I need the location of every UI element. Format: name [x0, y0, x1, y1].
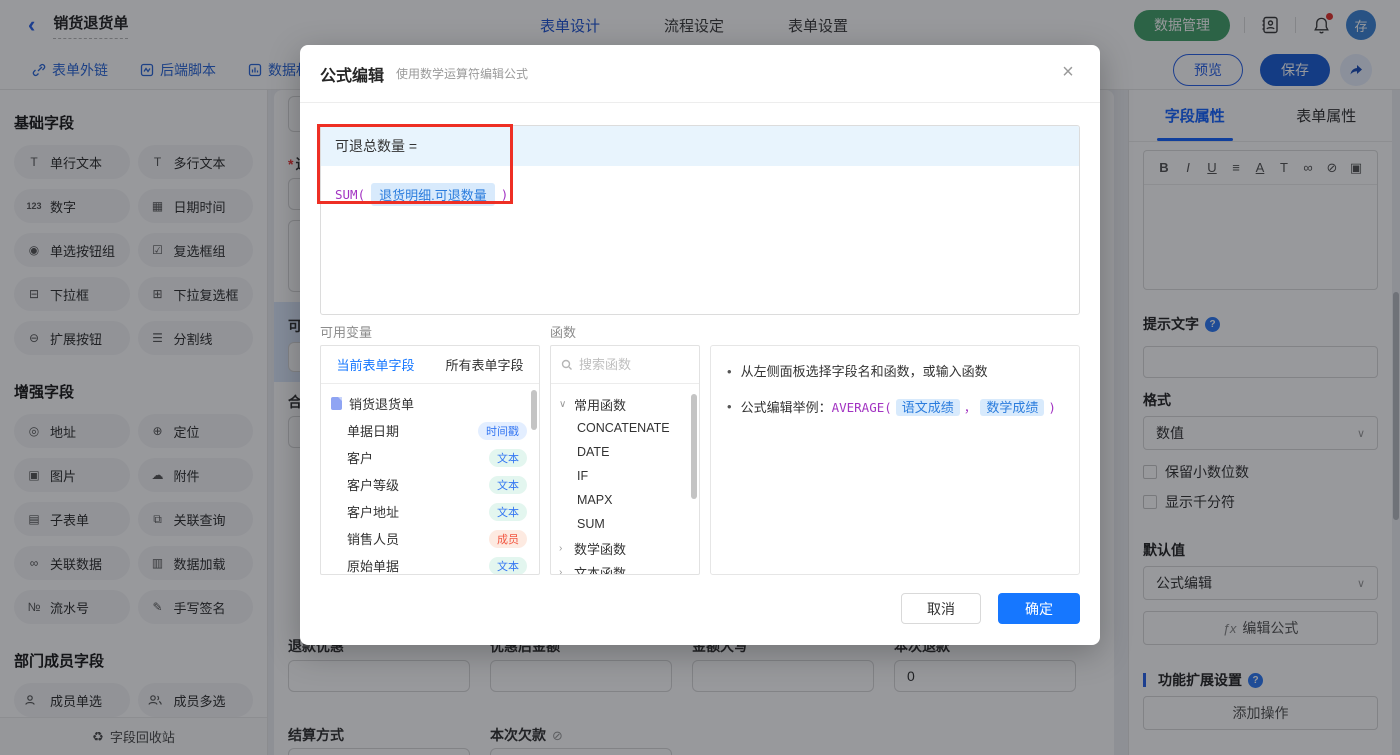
function-item[interactable]: CONCATENATE [551, 416, 699, 440]
variables-panel: 当前表单字段 所有表单字段 销货退货单 单据日期 时间戳 客户 文本 客户等级 文本 … [320, 345, 540, 575]
variable-name: 原始单据 [347, 559, 400, 574]
formula-expression[interactable]: SUM( 退货明细.可退数量 ) [321, 166, 1079, 206]
function-search-input[interactable] [579, 357, 679, 372]
bullet-icon: • [727, 399, 732, 414]
tab-all-form-fields[interactable]: 所有表单字段 [430, 346, 539, 383]
functions-panel: ∨ 常用函数 CONCATENATE DATE IF MAPX SUM › 数学函数… [550, 345, 700, 575]
tips-panel: • 从左侧面板选择字段名和函数，或输入函数 • 公式编辑举例：AVERAGE(语… [710, 345, 1080, 575]
function-group-label: 数学函数 [574, 541, 627, 557]
type-badge: 文本 [489, 556, 527, 574]
tip-line: • 从左侧面板选择字段名和函数，或输入函数 [727, 362, 1063, 381]
modal-subtitle: 使用数学运算符编辑公式 [396, 67, 529, 81]
chevron-right-icon: › [559, 566, 563, 575]
variable-row[interactable]: 客户 文本 [321, 444, 539, 471]
function-token: AVERAGE( [831, 400, 892, 416]
modal-title: 公式编辑 [320, 67, 385, 85]
tip-example-prefix: 公式编辑举例： [740, 400, 832, 416]
function-group-text[interactable]: › 文本函数 [551, 560, 699, 575]
function-search[interactable] [551, 346, 699, 384]
function-item[interactable]: DATE [551, 440, 699, 464]
type-badge: 时间戳 [478, 421, 527, 440]
formula-editor-modal: 公式编辑 使用数学运算符编辑公式 × 可退总数量 = SUM( 退货明细.可退数… [300, 45, 1100, 645]
chevron-right-icon: › [559, 542, 563, 554]
tip-line: • 公式编辑举例：AVERAGE(语文成绩，数学成绩) [727, 397, 1063, 417]
app-window: ‹ 销货退货单 表单设计 流程设定 表单设置 数据管理 存 表单外链 后端脚本 … [0, 0, 1400, 755]
tip-text: 公式编辑举例：AVERAGE(语文成绩，数学成绩) [741, 397, 1056, 417]
variables-section-label: 可用变量 [320, 325, 373, 340]
cancel-button[interactable]: 取消 [901, 593, 981, 624]
bullet-icon: • [727, 364, 732, 379]
variable-name: 客户等级 [347, 478, 400, 493]
tab-current-form-fields[interactable]: 当前表单字段 [321, 346, 430, 383]
form-doc-icon [331, 397, 342, 410]
formula-input-area[interactable]: 可退总数量 = SUM( 退货明细.可退数量 ) [320, 125, 1080, 315]
tip-text: 从左侧面板选择字段名和函数，或输入函数 [740, 364, 988, 379]
function-item[interactable]: MAPX [551, 488, 699, 512]
close-icon[interactable]: × [1056, 61, 1080, 84]
function-tree: ∨ 常用函数 CONCATENATE DATE IF MAPX SUM › 数学函数… [551, 384, 699, 575]
type-badge: 成员 [489, 529, 527, 548]
confirm-button[interactable]: 确定 [998, 593, 1080, 624]
search-icon [561, 359, 572, 370]
variable-row[interactable]: 销售人员 成员 [321, 525, 539, 552]
field-chip[interactable]: 退货明细.可退数量 [371, 183, 495, 206]
function-group-common[interactable]: ∨ 常用函数 [551, 392, 699, 416]
type-badge: 文本 [489, 502, 527, 521]
scrollbar-thumb[interactable] [531, 390, 537, 430]
form-tree-root[interactable]: 销货退货单 [321, 390, 539, 417]
variable-name: 客户地址 [347, 505, 400, 520]
type-badge: 文本 [489, 448, 527, 467]
field-chip: 语文成绩 [895, 399, 960, 417]
type-badge: 文本 [489, 475, 527, 494]
function-token: ) [1048, 400, 1056, 416]
function-item[interactable]: IF [551, 464, 699, 488]
function-group-math[interactable]: › 数学函数 [551, 536, 699, 560]
variable-row[interactable]: 客户地址 文本 [321, 498, 539, 525]
modal-header: 公式编辑 使用数学运算符编辑公式 × [300, 45, 1100, 103]
variable-row[interactable]: 原始单据 文本 [321, 552, 539, 574]
form-root-label: 销货退货单 [349, 397, 415, 412]
variable-name: 销售人员 [347, 532, 400, 547]
formula-target: 可退总数量 = [321, 126, 1079, 166]
variables-tabs: 当前表单字段 所有表单字段 [321, 346, 539, 384]
separator-token: ， [963, 400, 977, 416]
functions-section-label: 函数 [550, 325, 577, 340]
field-chip: 数学成绩 [980, 399, 1045, 417]
function-item[interactable]: SUM [551, 512, 699, 536]
function-token: ) [500, 187, 509, 202]
variable-name: 单据日期 [347, 424, 400, 439]
function-group-label: 常用函数 [574, 397, 627, 413]
variable-row[interactable]: 客户等级 文本 [321, 471, 539, 498]
function-token: SUM( [335, 187, 366, 202]
variable-name: 客户 [347, 451, 374, 466]
function-group-label: 文本函数 [574, 565, 627, 575]
variable-row[interactable]: 单据日期 时间戳 [321, 417, 539, 444]
scrollbar-thumb[interactable] [691, 394, 697, 499]
chevron-down-icon: ∨ [559, 398, 567, 410]
